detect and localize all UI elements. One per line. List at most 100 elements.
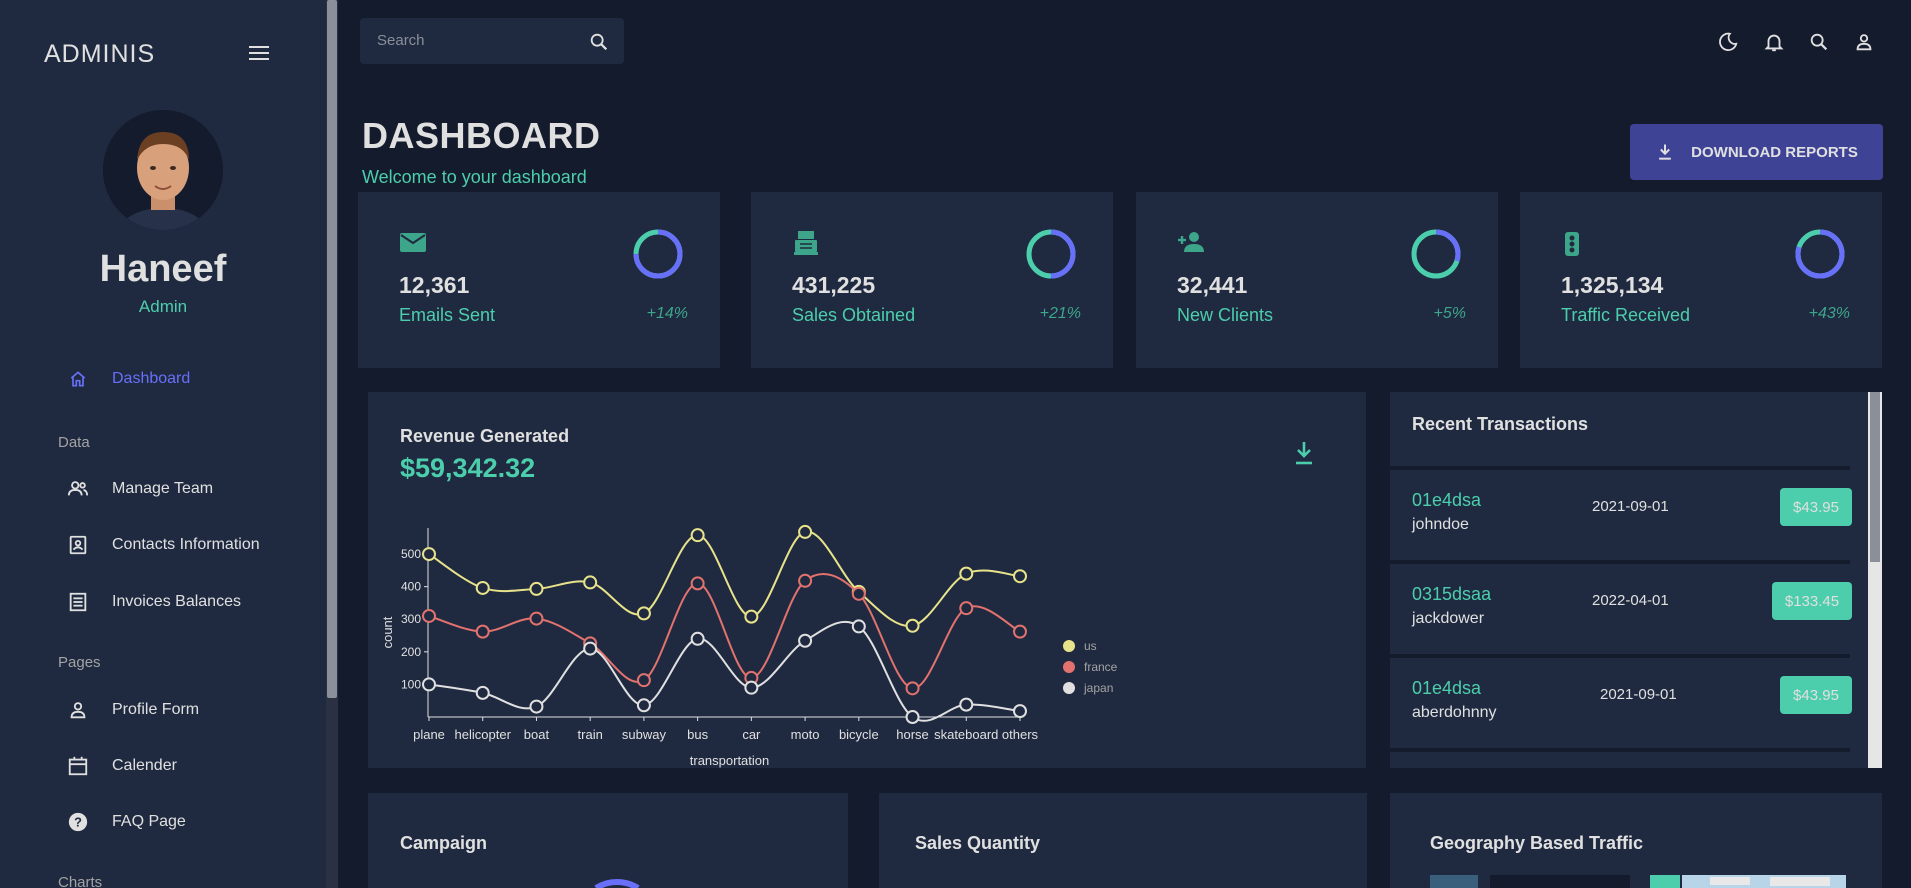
data-point	[529, 581, 544, 596]
transactions-scrollbar[interactable]	[1868, 392, 1882, 768]
stat-value: 1,325,134	[1561, 272, 1664, 298]
sidebar-item-label: Manage Team	[112, 480, 214, 497]
stat-card-traffic: 1,325,134 Traffic Received +43%	[1520, 192, 1882, 368]
dark-mode-icon[interactable]	[1716, 30, 1740, 54]
data-point	[959, 697, 974, 712]
notifications-icon[interactable]	[1762, 30, 1786, 54]
geography-panel: Geography Based Traffic	[1390, 793, 1882, 888]
avatar	[103, 110, 223, 230]
y-tick-label: 100	[401, 677, 421, 691]
data-point	[690, 528, 705, 543]
stat-card-sales: 431,225 Sales Obtained +21%	[751, 192, 1113, 368]
transaction-cost-badge: $133.45	[1772, 582, 1852, 620]
sidebar-item-profile-form[interactable]: Profile Form	[66, 695, 199, 725]
transactions-scrollbar-thumb[interactable]	[1870, 392, 1880, 562]
data-point	[798, 633, 813, 648]
person-icon	[66, 698, 90, 722]
y-tick-label: 200	[401, 645, 421, 659]
stat-value: 32,441	[1177, 272, 1248, 298]
sidebar-section-pages: Pages	[58, 654, 101, 671]
sidebar-item-label: Profile Form	[112, 701, 200, 718]
search-input[interactable]: Search	[377, 32, 425, 49]
x-tick-label: bus	[687, 727, 708, 742]
data-point	[475, 580, 490, 595]
series-line-japan	[428, 620, 1021, 722]
data-point	[1013, 624, 1027, 639]
sidebar-item-manage-team[interactable]: Manage Team	[66, 474, 213, 504]
sidebar-section-charts: Charts	[58, 874, 103, 888]
search-icon[interactable]	[588, 31, 610, 58]
transaction-cost-badge: $43.95	[1780, 676, 1852, 714]
user-role: Admin	[138, 297, 188, 316]
campaign-panel: Campaign	[368, 793, 848, 888]
y-tick-label: 400	[401, 580, 421, 594]
x-tick-label: bicycle	[839, 727, 879, 742]
person-icon[interactable]	[1852, 30, 1876, 54]
data-point	[959, 566, 974, 581]
stat-label: Emails Sent	[399, 305, 496, 325]
download-icon[interactable]	[1292, 440, 1316, 471]
sidebar-item-label: Calender	[112, 757, 177, 774]
contacts-icon	[66, 533, 90, 557]
legend-label: france	[1084, 660, 1118, 674]
people-icon	[66, 477, 90, 501]
transaction-id: 0315dsaa	[1412, 584, 1492, 604]
progress-circle	[1026, 229, 1076, 279]
stat-card-clients: 32,441 New Clients +5%	[1136, 192, 1498, 368]
x-tick-label: others	[1002, 727, 1039, 742]
legend-label: japan	[1083, 681, 1113, 695]
x-tick-label: helicopter	[455, 727, 512, 742]
download-reports-button[interactable]: DOWNLOAD REPORTS	[1630, 124, 1883, 180]
transaction-user: johndoe	[1412, 516, 1469, 533]
data-point	[475, 624, 490, 639]
geography-title: Geography Based Traffic	[1430, 833, 1644, 853]
data-point	[422, 547, 436, 562]
stat-label: Sales Obtained	[792, 305, 916, 325]
sidebar-scrollbar[interactable]	[326, 0, 338, 888]
stat-increase: +5%	[1433, 305, 1466, 322]
sidebar-item-invoices[interactable]: Invoices Balances	[66, 587, 241, 617]
data-point	[959, 601, 974, 616]
sidebar-item-faq[interactable]: ? FAQ Page	[66, 807, 186, 837]
sidebar-item-calendar[interactable]: Calender	[66, 751, 177, 781]
download-icon	[1655, 142, 1675, 162]
calendar-icon	[66, 754, 90, 778]
geography-map	[1430, 875, 1846, 888]
data-point	[905, 710, 920, 724]
progress-circle	[633, 229, 683, 279]
transaction-date: 2021-09-01	[1600, 686, 1677, 703]
help-icon: ?	[66, 810, 90, 834]
sidebar-item-label: Dashboard	[112, 370, 191, 387]
transaction-date: 2022-04-01	[1592, 592, 1669, 609]
sidebar-item-dashboard[interactable]: Dashboard	[66, 364, 190, 394]
stat-increase: +21%	[1039, 305, 1081, 322]
legend-swatch	[1063, 661, 1075, 673]
transaction-cost-badge: $43.95	[1780, 488, 1852, 526]
search-icon[interactable]	[1807, 30, 1831, 54]
legend-swatch	[1063, 640, 1075, 652]
data-point	[851, 586, 866, 601]
sidebar-item-contacts[interactable]: Contacts Information	[66, 530, 260, 560]
table-row: 01e4dsa johndoe 2021-09-01 $43.95	[1390, 470, 1852, 564]
search-bar[interactable]: Search	[360, 18, 624, 64]
revenue-amount: $59,342.32	[400, 453, 536, 483]
sidebar-scrollbar-thumb[interactable]	[327, 0, 337, 698]
x-tick-label: subway	[622, 727, 667, 742]
sales-quantity-panel: Sales Quantity	[879, 793, 1367, 888]
home-icon	[66, 367, 90, 391]
data-point	[1013, 704, 1027, 719]
email-icon	[399, 230, 427, 259]
menu-toggle-icon[interactable]	[249, 46, 269, 60]
brand-title: ADMINIS	[44, 40, 156, 68]
data-point	[905, 681, 920, 696]
transaction-user: aberdohnny	[1412, 704, 1497, 721]
page-subtitle: Welcome to your dashboard	[362, 167, 587, 187]
x-tick-label: boat	[524, 727, 550, 742]
legend-swatch	[1063, 682, 1075, 694]
traffic-icon	[1561, 230, 1583, 263]
data-point	[529, 611, 544, 626]
transactions-title: Recent Transactions	[1412, 414, 1589, 434]
sidebar-item-label: Contacts Information	[112, 536, 260, 553]
series-line-us	[428, 530, 1021, 627]
table-row: 01e4dsa aberdohnny 2021-09-01 $43.95	[1390, 658, 1852, 752]
